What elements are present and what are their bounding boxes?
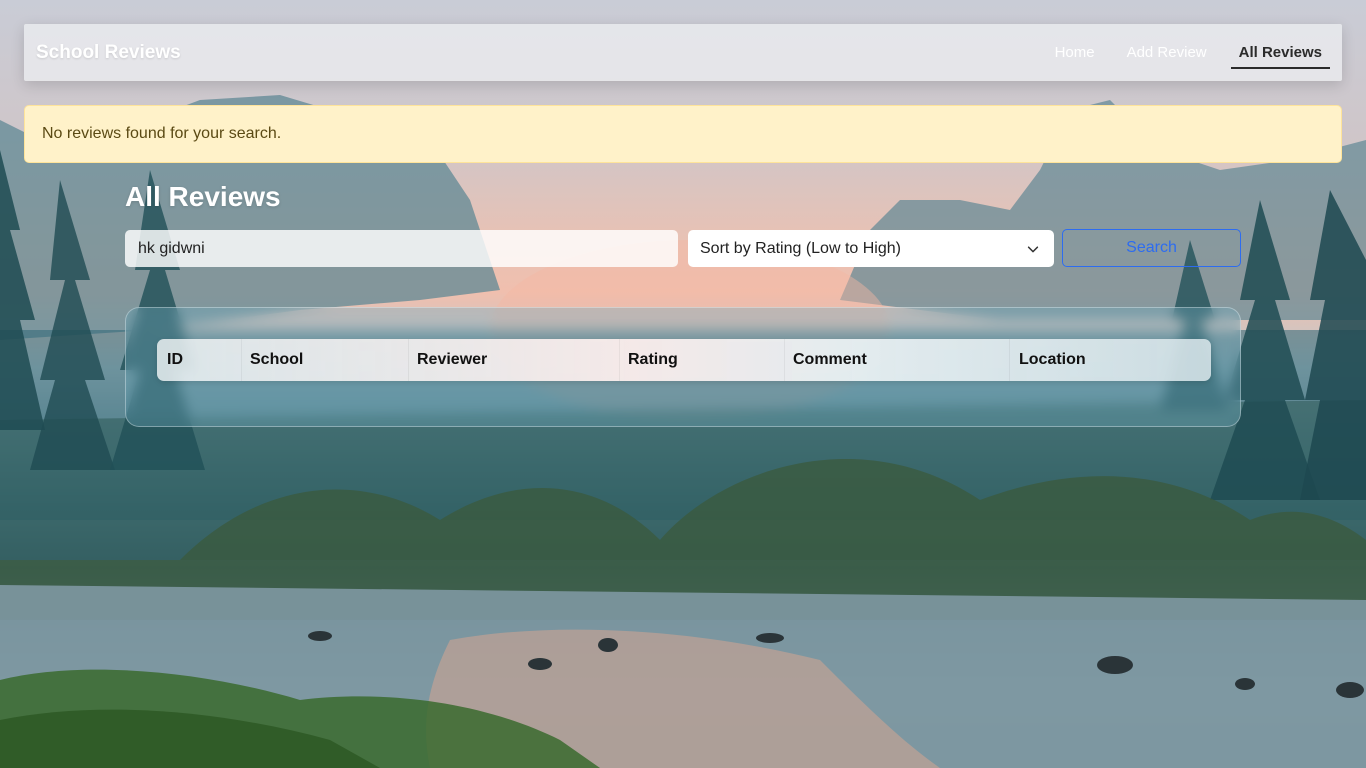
search-input[interactable] — [125, 230, 678, 267]
column-header-school[interactable]: School — [242, 339, 409, 381]
column-header-reviewer[interactable]: Reviewer — [409, 339, 620, 381]
column-header-comment[interactable]: Comment — [785, 339, 1010, 381]
alert-message: No reviews found for your search. — [42, 125, 282, 142]
no-results-alert: No reviews found for your search. — [24, 105, 1342, 163]
nav-link-all-reviews[interactable]: All Reviews — [1230, 24, 1331, 81]
page-title: All Reviews — [125, 181, 281, 212]
reviews-table-panel: ID School Reviewer Rating Comment Locati… — [125, 307, 1241, 427]
nav-links: Home Add Review All Reviews — [1039, 24, 1331, 81]
table-header-row: ID School Reviewer Rating Comment Locati… — [157, 339, 1211, 381]
nav-link-add-review[interactable]: Add Review — [1111, 24, 1223, 81]
column-header-id[interactable]: ID — [157, 339, 242, 381]
search-button[interactable]: Search — [1062, 229, 1241, 267]
navbar: School Reviews Home Add Review All Revie… — [24, 24, 1342, 81]
chevron-down-icon — [1027, 245, 1039, 252]
column-header-location[interactable]: Location — [1010, 339, 1211, 381]
nav-link-home[interactable]: Home — [1039, 24, 1111, 81]
brand-logo[interactable]: School Reviews — [36, 42, 181, 64]
sort-select[interactable]: Sort by Rating (Low to High) — [688, 230, 1054, 267]
column-header-rating[interactable]: Rating — [620, 339, 785, 381]
sort-select-value: Sort by Rating (Low to High) — [700, 239, 901, 257]
